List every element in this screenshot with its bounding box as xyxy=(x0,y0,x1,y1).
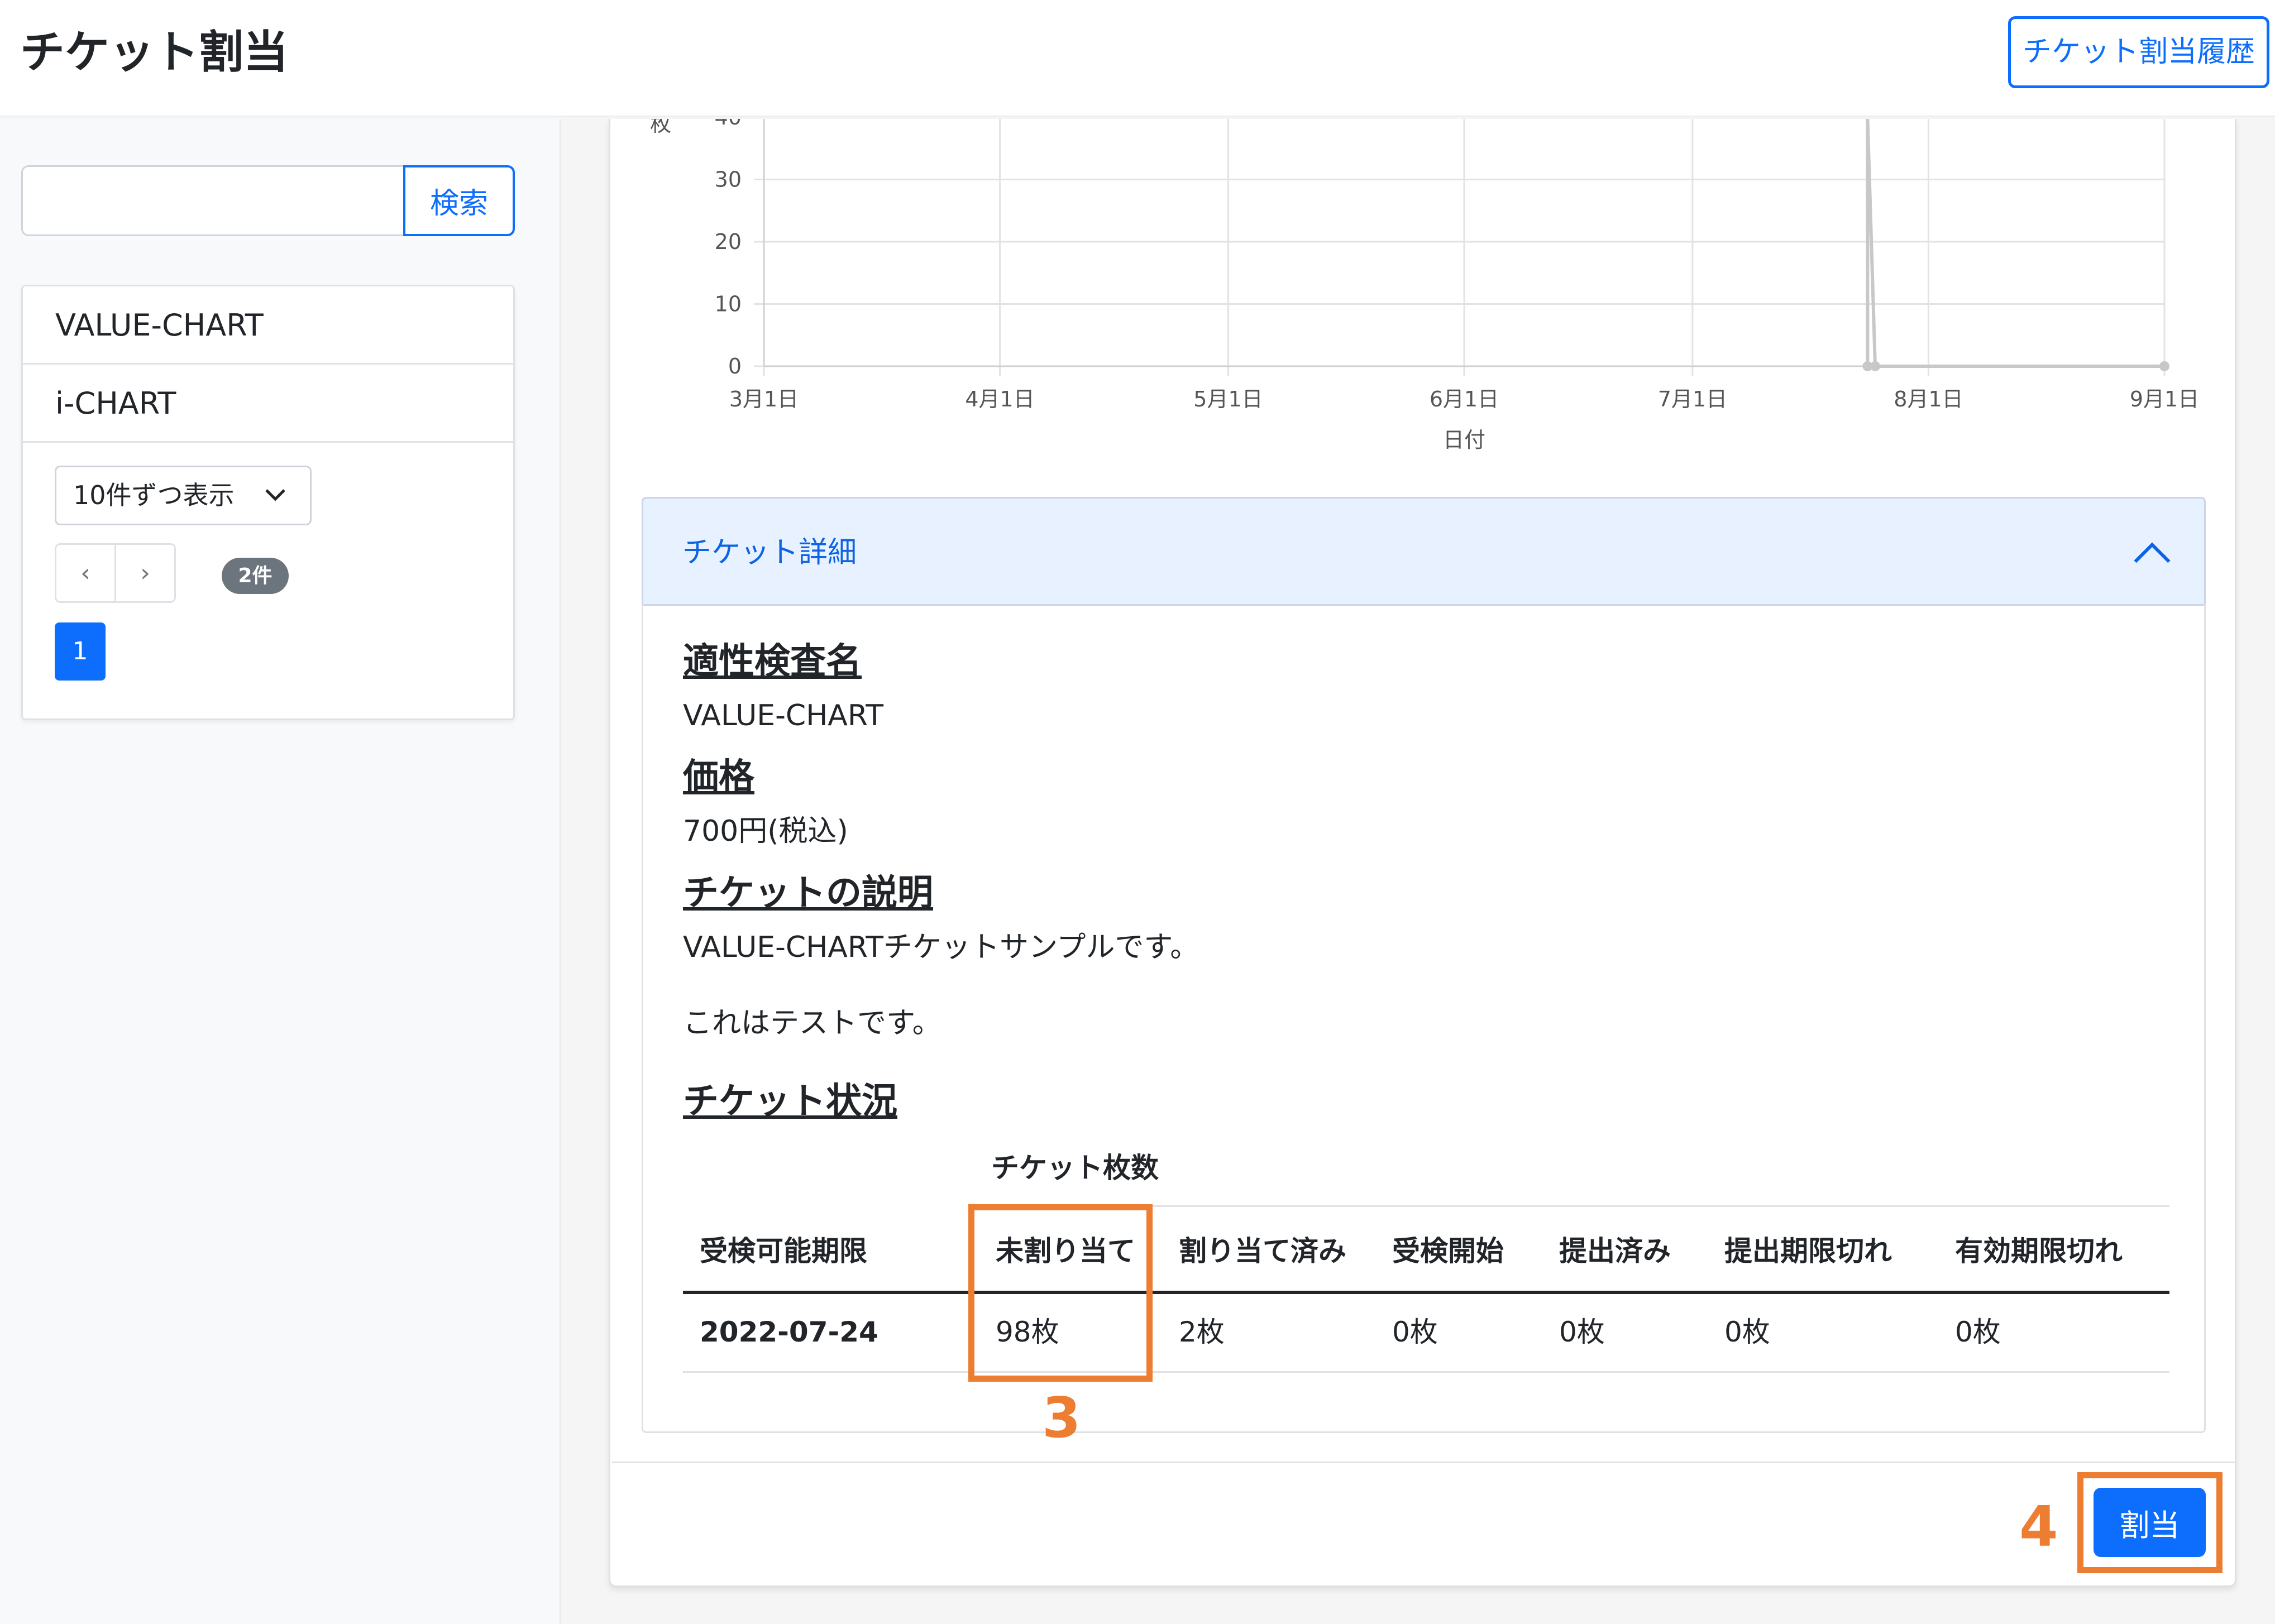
highlight-box-step-3 xyxy=(968,1204,1153,1382)
series-point xyxy=(2159,361,2169,371)
sidebar: 検索 VALUE-CHART i-CHART 10件ずつ表示 ‹ › 2件 1 xyxy=(0,119,561,1624)
test-list-card: VALUE-CHART i-CHART 10件ずつ表示 ‹ › 2件 1 xyxy=(21,285,515,720)
list-item-value-chart[interactable]: VALUE-CHART xyxy=(23,286,513,365)
step-3-marker: 3 xyxy=(1042,1385,1081,1450)
page-size-value: 10件ずつ表示 xyxy=(73,480,235,510)
col-expiry: 受検可能期限 xyxy=(700,1235,867,1267)
pagination-arrows: ‹ › xyxy=(55,543,176,603)
price-label: 価格 xyxy=(683,756,754,798)
y-tick-label: 40 xyxy=(715,119,742,130)
cell-assigned: 2枚 xyxy=(1179,1316,1225,1348)
series-point xyxy=(1870,361,1881,371)
prev-page-button[interactable]: ‹ xyxy=(56,545,116,601)
y-tick-label: 0 xyxy=(728,354,742,379)
description-label: チケットの説明 xyxy=(683,873,933,914)
x-axis-label: 日付 xyxy=(1443,428,1485,452)
ticket-detail-title: チケット詳細 xyxy=(682,536,857,569)
status-label: チケット状況 xyxy=(683,1081,897,1122)
x-tick-label: 9月1日 xyxy=(2130,387,2199,411)
y-tick-label: 20 xyxy=(715,229,742,254)
ticket-history-button[interactable]: チケット割当履歴 xyxy=(2008,16,2269,88)
search-button[interactable]: 検索 xyxy=(403,165,515,236)
cell-validity-expired: 0枚 xyxy=(1955,1316,2001,1348)
assign-button[interactable]: 割当 xyxy=(2094,1488,2206,1557)
list-item-i-chart[interactable]: i-CHART xyxy=(23,365,513,443)
y-axis-label: 枚 xyxy=(650,119,671,136)
top-bar: チケット割当 チケット割当履歴 xyxy=(0,0,2275,117)
col-submitted: 提出済み xyxy=(1559,1235,1671,1267)
col-assigned: 割り当て済み xyxy=(1179,1235,1346,1267)
x-tick-label: 4月1日 xyxy=(965,387,1034,411)
x-tick-label: 6月1日 xyxy=(1430,387,1499,411)
row-divider xyxy=(683,1371,2169,1373)
test-name-value: VALUE-CHART xyxy=(683,699,883,732)
col-started: 受検開始 xyxy=(1392,1235,1504,1267)
cell-started: 0枚 xyxy=(1392,1316,1438,1348)
cell-expiry: 2022-07-24 xyxy=(700,1316,878,1348)
description-line-2: これはテストです。 xyxy=(683,1007,941,1040)
ticket-count-group-header: チケット枚数 xyxy=(991,1152,1159,1184)
col-submission-expired: 提出期限切れ xyxy=(1724,1235,1892,1267)
ticket-detail-body: 適性検査名 VALUE-CHART 価格 700円(税込) チケットの説明 VA… xyxy=(642,604,2206,1433)
page-1-button[interactable]: 1 xyxy=(55,622,106,681)
y-tick-label: 10 xyxy=(715,292,742,317)
ticket-detail-accordion-header[interactable]: チケット詳細 xyxy=(642,497,2206,606)
col-validity-expired: 有効期限切れ xyxy=(1955,1235,2123,1267)
card-footer-divider xyxy=(612,1462,2236,1463)
chevron-down-icon xyxy=(263,467,288,524)
x-tick-label: 3月1日 xyxy=(729,387,799,411)
ticket-usage-chart: 3月1日 4月1日 5月1日 6月1日 7月1日 8月1日 9月1日 0 10 20 30 40 日付 枚 xyxy=(650,119,2199,452)
page-title: チケット割当 xyxy=(20,26,288,78)
x-tick-label: 7月1日 xyxy=(1658,387,1727,411)
y-tick-label: 30 xyxy=(715,167,742,192)
page-size-select[interactable]: 10件ずつ表示 xyxy=(55,466,312,525)
test-name-label: 適性検査名 xyxy=(683,641,862,682)
chevron-up-icon xyxy=(2134,542,2171,579)
search-input[interactable] xyxy=(21,165,404,236)
group-divider xyxy=(996,1205,2169,1207)
next-page-button[interactable]: › xyxy=(116,545,174,601)
result-count-badge: 2件 xyxy=(222,558,289,594)
cell-submitted: 0枚 xyxy=(1559,1316,1605,1348)
description-line-1: VALUE-CHARTチケットサンプルです。 xyxy=(683,931,1199,964)
price-value: 700円(税込) xyxy=(683,815,848,848)
main-card: 3月1日 4月1日 5月1日 6月1日 7月1日 8月1日 9月1日 0 10 20 30 40 日付 枚… xyxy=(609,119,2236,1587)
x-tick-label: 8月1日 xyxy=(1894,387,1963,411)
x-tick-label: 5月1日 xyxy=(1193,387,1263,411)
cell-submission-expired: 0枚 xyxy=(1724,1316,1770,1348)
step-4-marker: 4 xyxy=(2019,1494,2058,1559)
